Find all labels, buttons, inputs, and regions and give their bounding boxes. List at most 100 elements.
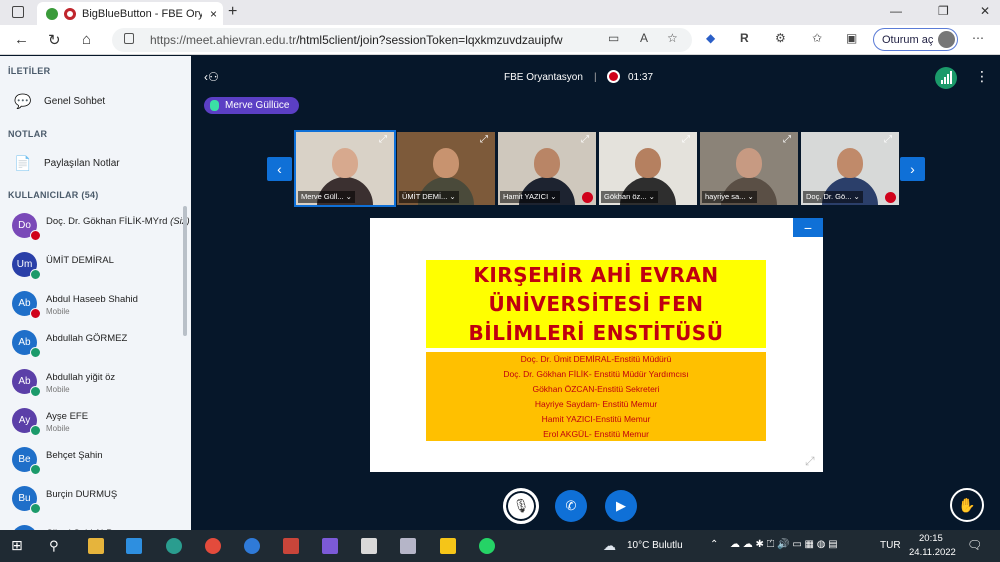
- language-indicator[interactable]: TUR: [880, 540, 901, 551]
- audio-status-icon: [30, 386, 41, 397]
- user-name: Burçin DURMUŞ: [46, 489, 118, 500]
- shared-notes-item[interactable]: 📄 Paylaşılan Notlar: [12, 154, 119, 172]
- webcam-video[interactable]: ⤢ Gökhan öz... ⌄: [599, 132, 697, 205]
- video-label[interactable]: Merve Güll... ⌄: [298, 191, 355, 203]
- expand-video-icon[interactable]: ⤢: [480, 134, 492, 146]
- tab-close-icon[interactable]: ×: [210, 7, 217, 21]
- close-window-icon[interactable]: ✕: [980, 4, 990, 18]
- url-host: https://meet.ahievran.edu.tr: [150, 33, 297, 47]
- signin-button[interactable]: Oturum aç: [873, 28, 958, 51]
- connection-status-icon[interactable]: [935, 67, 957, 89]
- tray-chevron-icon[interactable]: ⌃: [710, 539, 718, 550]
- browser-tab[interactable]: BigBlueButton - FBE Oryantasyon ×: [37, 2, 223, 25]
- back-icon[interactable]: ←: [14, 31, 29, 48]
- home-icon[interactable]: ⌂: [82, 31, 91, 48]
- mute-microphone-button[interactable]: 🎙: [503, 488, 539, 524]
- whatsapp-icon[interactable]: [479, 538, 495, 554]
- extension-shield-icon[interactable]: ◆: [706, 31, 715, 45]
- prev-videos-button[interactable]: ‹: [267, 157, 292, 181]
- new-tab-button[interactable]: +: [228, 3, 237, 21]
- internet-explorer-icon[interactable]: [244, 538, 260, 554]
- favorites-icon[interactable]: ✩: [812, 31, 822, 45]
- cloud-weather-icon: ☁: [603, 538, 616, 553]
- clock-time[interactable]: 20:15: [919, 533, 943, 544]
- video-label[interactable]: hayriye sa... ⌄: [702, 191, 757, 203]
- participant-head: [332, 148, 358, 178]
- extensions-icon[interactable]: ⚙: [775, 31, 786, 45]
- user-device: Mobile: [46, 385, 70, 394]
- audio-status-icon: [30, 269, 41, 280]
- public-chat-item[interactable]: 💬 Genel Sohbet: [12, 92, 105, 110]
- restore-window-icon[interactable]: ❐: [938, 4, 949, 18]
- video-label[interactable]: ÜMİT DEMİ... ⌄: [399, 191, 459, 203]
- chrome-icon[interactable]: [205, 538, 221, 554]
- user-list-item[interactable]: Ab Abdullah yiğit öz Mobile: [12, 367, 187, 401]
- webcam-video[interactable]: ⤢ ÜMİT DEMİ... ⌄: [397, 132, 495, 205]
- minimize-presentation-button[interactable]: −: [793, 218, 823, 237]
- toggle-userlist-icon[interactable]: ‹⚇: [204, 70, 219, 84]
- expand-video-icon[interactable]: ⤢: [682, 134, 694, 146]
- video-label[interactable]: Gökhan öz... ⌄: [601, 191, 658, 203]
- weather-text[interactable]: 10°C Bulutlu: [627, 540, 683, 551]
- clock-date[interactable]: 24.11.2022: [909, 547, 956, 558]
- collections-icon[interactable]: ▣: [846, 31, 857, 45]
- paint-icon[interactable]: [400, 538, 416, 554]
- user-name: Doç. Dr. Gökhan FİLİK-MYrd (Siz): [46, 216, 190, 227]
- minimize-window-icon[interactable]: —: [890, 4, 902, 18]
- file-explorer-icon[interactable]: [88, 538, 104, 554]
- tray-icons[interactable]: ☁ ☁ ✱ ⏍ 🔊 ▭ ▦ ◍ ▤: [730, 539, 838, 550]
- user-list-item[interactable]: Bu Burçin DURMUŞ: [12, 484, 187, 518]
- slide-title-line: ÜNİVERSİTESİ FEN: [488, 292, 704, 316]
- search-icon[interactable]: ⚲: [49, 538, 65, 554]
- user-list-item[interactable]: Ab Abdullah GÖRMEZ: [12, 328, 187, 362]
- refresh-icon[interactable]: ↻: [48, 31, 61, 49]
- fullscreen-icon[interactable]: ⤢: [805, 454, 821, 470]
- recording-icon[interactable]: [607, 70, 620, 83]
- tab-actions-icon[interactable]: [12, 6, 24, 18]
- user-list-item[interactable]: CiCihad Said ALP: [12, 523, 187, 530]
- microphone-off-icon: 🎙: [512, 498, 530, 513]
- users-header: KULLANICILAR (54): [8, 190, 99, 200]
- webcam-video[interactable]: ⤢ hayriye sa... ⌄: [700, 132, 798, 205]
- app-icon[interactable]: [283, 538, 299, 554]
- slide-title-line: KIRŞEHİR AHİ EVRAN: [473, 263, 719, 287]
- user-list-item[interactable]: Ab Abdul Haseeb Shahid Mobile: [12, 289, 187, 323]
- webcam-video[interactable]: ⤢ Doç. Dr. Gö... ⌄: [801, 132, 899, 205]
- talking-indicator[interactable]: Merve Güllüce: [204, 97, 300, 114]
- reader-extension-icon[interactable]: R: [740, 31, 749, 45]
- user-list-item[interactable]: Be Behçet Şahin: [12, 445, 187, 479]
- mail-icon[interactable]: [126, 538, 142, 554]
- video-label[interactable]: Doç. Dr. Gö... ⌄: [803, 191, 863, 203]
- options-menu-icon[interactable]: ⋮: [975, 68, 989, 85]
- tab-title: BigBlueButton - FBE Oryantasyon: [82, 7, 202, 20]
- browser-toolbar: ← ↻ ⌂ https://meet.ahievran.edu.tr/html5…: [0, 25, 1000, 55]
- signin-label: Oturum aç: [882, 33, 934, 46]
- windows-start-icon[interactable]: ⊞: [11, 537, 27, 553]
- vpn-icon[interactable]: [322, 538, 338, 554]
- calculator-icon[interactable]: [361, 538, 377, 554]
- user-list-item[interactable]: Ay Ayşe EFE Mobile: [12, 406, 187, 440]
- expand-video-icon[interactable]: ⤢: [581, 134, 593, 146]
- notifications-icon[interactable]: 🗨: [967, 538, 982, 552]
- read-aloud-icon[interactable]: A: [640, 31, 648, 45]
- browser-menu-icon[interactable]: ⋯: [972, 31, 984, 45]
- raise-hand-button[interactable]: ✋: [950, 488, 984, 522]
- expand-video-icon[interactable]: ⤢: [884, 134, 896, 146]
- webcam-video[interactable]: ⤢ Hamit YAZICI ⌄: [498, 132, 596, 205]
- expand-video-icon[interactable]: ⤢: [379, 134, 391, 146]
- user-list-scrollbar[interactable]: [183, 206, 187, 336]
- browser-tab-bar: BigBlueButton - FBE Oryantasyon × + — ❐ …: [0, 0, 1000, 25]
- user-list-item[interactable]: Um ÜMİT DEMİRAL: [12, 250, 187, 284]
- add-favorite-icon[interactable]: ☆: [667, 31, 678, 45]
- share-webcam-button[interactable]: ▶: [605, 490, 637, 522]
- address-bar[interactable]: https://meet.ahievran.edu.tr/html5client…: [112, 28, 692, 52]
- sticky-notes-icon[interactable]: [440, 538, 456, 554]
- video-label[interactable]: Hamit YAZICI ⌄: [500, 191, 560, 203]
- webcam-video[interactable]: ⤢ Merve Güll... ⌄: [294, 130, 396, 207]
- leave-audio-button[interactable]: ✆: [555, 490, 587, 522]
- edge-icon[interactable]: [166, 538, 182, 554]
- next-videos-button[interactable]: ›: [900, 157, 925, 181]
- user-list-item[interactable]: Do Doç. Dr. Gökhan FİLİK-MYrd (Siz): [12, 211, 190, 245]
- camera-permission-icon[interactable]: ▭: [608, 31, 619, 45]
- expand-video-icon[interactable]: ⤢: [783, 134, 795, 146]
